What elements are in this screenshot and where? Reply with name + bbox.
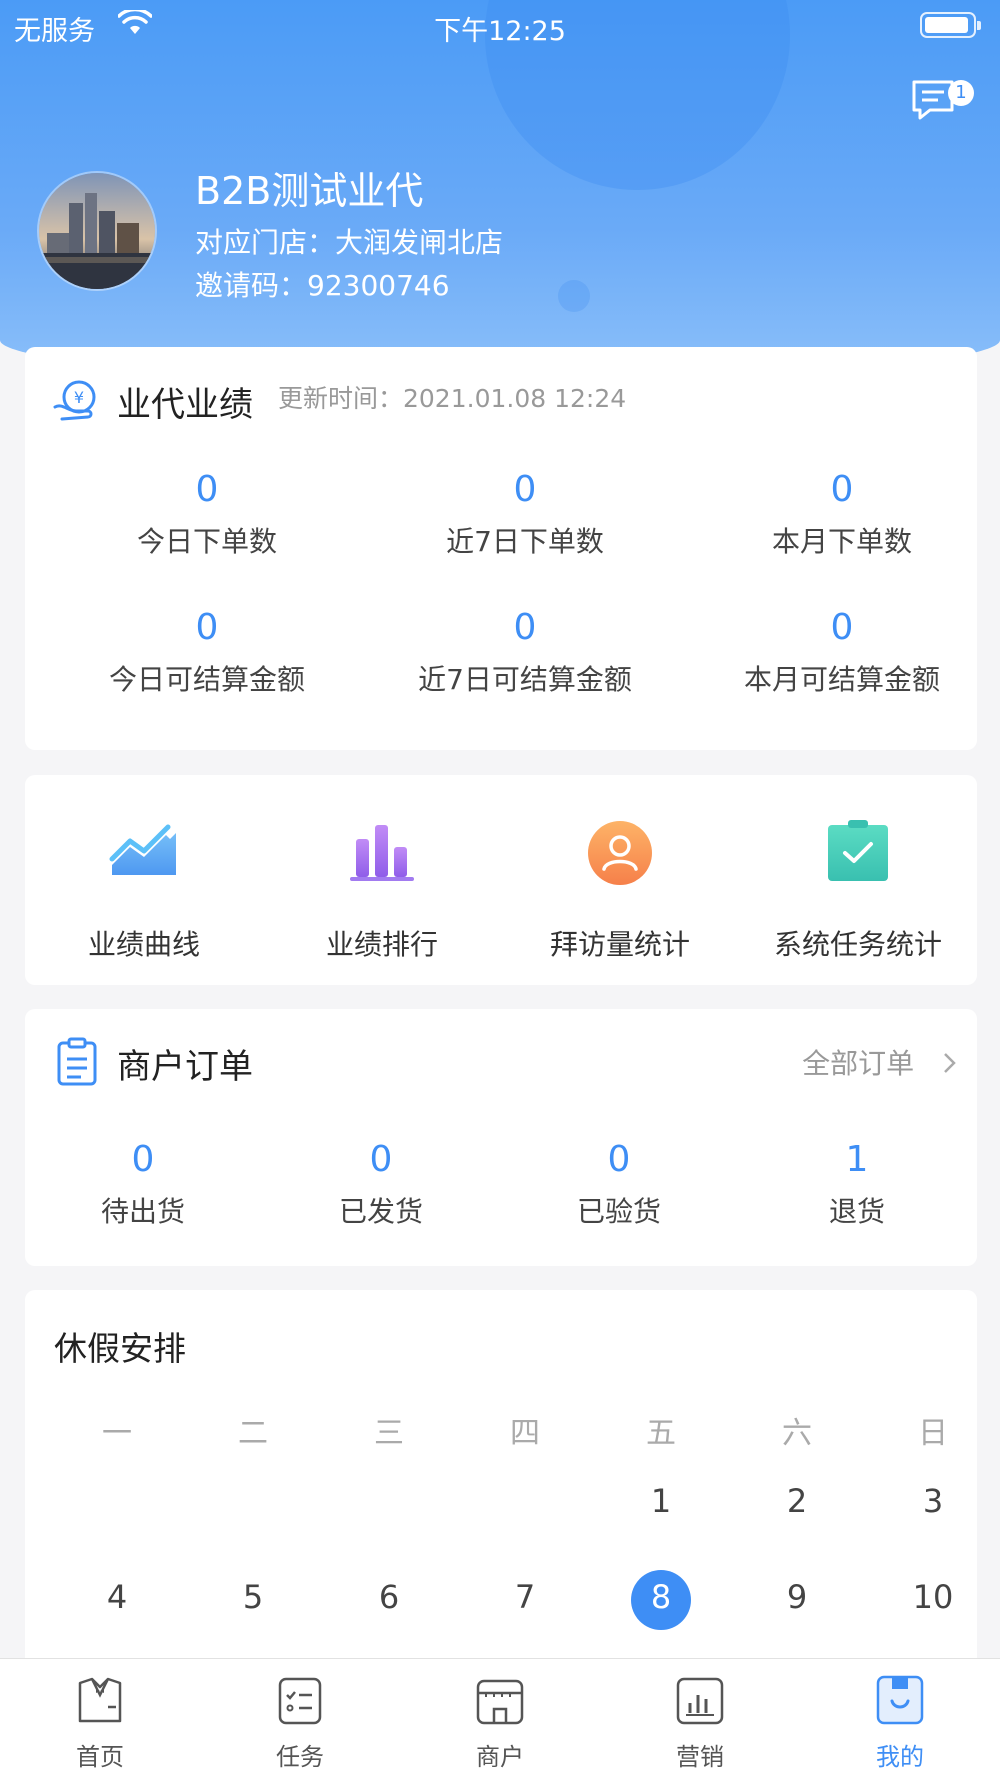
- tool-visit-stats[interactable]: 拜访量统计: [501, 813, 739, 963]
- tool-label: 业绩曲线: [87, 928, 200, 961]
- trend-chart-icon: [109, 824, 176, 875]
- orders-title: 商户订单: [117, 1047, 253, 1087]
- invite-code: 邀请码：92300746: [195, 269, 450, 302]
- stat-7day-orders[interactable]: 0 近7日下单数: [365, 469, 685, 560]
- stat-label: 近7日可结算金额: [418, 663, 632, 696]
- store-icon: [476, 1679, 524, 1725]
- weekday-label: 六: [782, 1416, 812, 1451]
- performance-title: 业代业绩: [117, 385, 253, 425]
- stat-value: 0: [195, 469, 219, 510]
- home-suit-icon: [78, 1677, 122, 1723]
- weekday-label: 一: [102, 1416, 132, 1451]
- calendar-day-selected[interactable]: 8: [593, 1578, 729, 1616]
- battery-icon: [920, 12, 981, 38]
- messages-button[interactable]: 1: [910, 78, 974, 128]
- calendar-day[interactable]: 1: [593, 1482, 729, 1520]
- performance-card: ¥ 业代业绩 更新时间：2021.01.08 12:24 0 今日下单数 0 近…: [25, 347, 977, 750]
- svg-text:¥: ¥: [74, 388, 84, 407]
- vacation-title: 休假安排: [54, 1329, 186, 1368]
- tab-label: 商户: [476, 1743, 524, 1771]
- order-count: 1: [845, 1139, 869, 1180]
- tool-label: 系统任务统计: [773, 928, 942, 961]
- tab-mine[interactable]: 我的: [800, 1673, 1000, 1772]
- tab-marketing[interactable]: 营销: [600, 1673, 800, 1772]
- stat-value: 0: [513, 469, 537, 510]
- calendar-day[interactable]: 9: [729, 1578, 865, 1616]
- order-returned[interactable]: 1 退货: [697, 1139, 1000, 1230]
- calendar-day[interactable]: 10: [865, 1578, 1000, 1616]
- calendar-day[interactable]: 2: [729, 1482, 865, 1520]
- all-orders-link[interactable]: 全部订单: [802, 1042, 959, 1082]
- calendar-day[interactable]: 3: [865, 1482, 1000, 1520]
- stat-value: 0: [195, 607, 219, 648]
- decorative-bubble: [558, 280, 590, 312]
- tab-label: 首页: [76, 1743, 124, 1771]
- calendar-day[interactable]: 5: [185, 1578, 321, 1616]
- message-count-badge: 1: [948, 80, 974, 106]
- tab-tasks[interactable]: 任务: [200, 1673, 400, 1772]
- profile-bag-icon: [876, 1675, 924, 1725]
- weekday-label: 三: [374, 1416, 404, 1451]
- clipboard-icon: [57, 1037, 97, 1086]
- stat-label: 近7日下单数: [446, 525, 604, 558]
- tool-label: 拜访量统计: [549, 928, 690, 961]
- bottom-tab-bar: 首页 任务 商户 营销 我的: [0, 1658, 1000, 1778]
- bar-ranking-icon: [350, 825, 414, 881]
- clipboard-check-icon: [828, 820, 888, 881]
- stat-today-orders[interactable]: 0 今日下单数: [47, 469, 367, 560]
- stat-month-orders[interactable]: 0 本月下单数: [682, 469, 1000, 560]
- order-label: 退货: [828, 1195, 885, 1228]
- task-list-icon: [278, 1677, 322, 1725]
- stat-value: 0: [830, 607, 854, 648]
- chevron-right-icon: [944, 1053, 956, 1073]
- tab-merchant[interactable]: 商户: [400, 1673, 600, 1772]
- stat-7day-amount[interactable]: 0 近7日可结算金额: [365, 607, 685, 698]
- stat-today-amount[interactable]: 0 今日可结算金额: [47, 607, 367, 698]
- tab-label: 我的: [876, 1743, 924, 1771]
- status-bar: 无服务 下午12:25: [0, 0, 1000, 50]
- person-icon: [588, 821, 652, 885]
- avatar[interactable]: [37, 171, 157, 291]
- stat-label: 今日下单数: [136, 525, 277, 558]
- tool-performance-curve[interactable]: 业绩曲线: [25, 813, 263, 963]
- tool-task-stats[interactable]: 系统任务统计: [739, 813, 977, 963]
- tab-label: 任务: [276, 1743, 324, 1771]
- stat-month-amount[interactable]: 0 本月可结算金额: [682, 607, 1000, 698]
- update-time: 更新时间：2021.01.08 12:24: [278, 384, 627, 413]
- user-name: B2B测试业代: [195, 169, 424, 213]
- tab-home[interactable]: 首页: [0, 1673, 200, 1772]
- vacation-card: 休假安排 一 二 三 四 五 六 日 1 2 3 4 5 6 7 8 9 10: [25, 1290, 977, 1690]
- tab-label: 营销: [676, 1743, 724, 1771]
- tool-performance-ranking[interactable]: 业绩排行: [263, 813, 501, 963]
- all-orders-label: 全部订单: [802, 1047, 915, 1080]
- calendar-day[interactable]: 7: [457, 1578, 593, 1616]
- weekday-label: 四: [510, 1416, 540, 1451]
- weekday-label: 二: [238, 1416, 268, 1451]
- calendar-day[interactable]: 4: [49, 1578, 185, 1616]
- marketing-chart-icon: [676, 1677, 724, 1725]
- tools-card: 业绩曲线 业绩排行 拜访量统计 系统任务统计: [25, 775, 977, 985]
- store-label: 对应门店：大润发闸北店: [195, 226, 504, 259]
- stat-label: 今日可结算金额: [108, 663, 305, 696]
- stat-value: 0: [513, 607, 537, 648]
- stat-label: 本月下单数: [771, 525, 912, 558]
- weekday-label: 五: [646, 1416, 676, 1451]
- weekday-label: 日: [918, 1416, 948, 1451]
- stat-label: 本月可结算金额: [743, 663, 940, 696]
- header-background: [0, 0, 1000, 380]
- stat-value: 0: [830, 469, 854, 510]
- clock: 下午12:25: [434, 16, 566, 47]
- tool-label: 业绩排行: [325, 928, 438, 961]
- merchant-orders-card: 商户订单 全部订单 0 待出货 0 已发货 0 已验货 1 退货: [25, 1009, 977, 1266]
- money-hand-icon: ¥: [53, 380, 96, 421]
- calendar-day[interactable]: 6: [321, 1578, 457, 1616]
